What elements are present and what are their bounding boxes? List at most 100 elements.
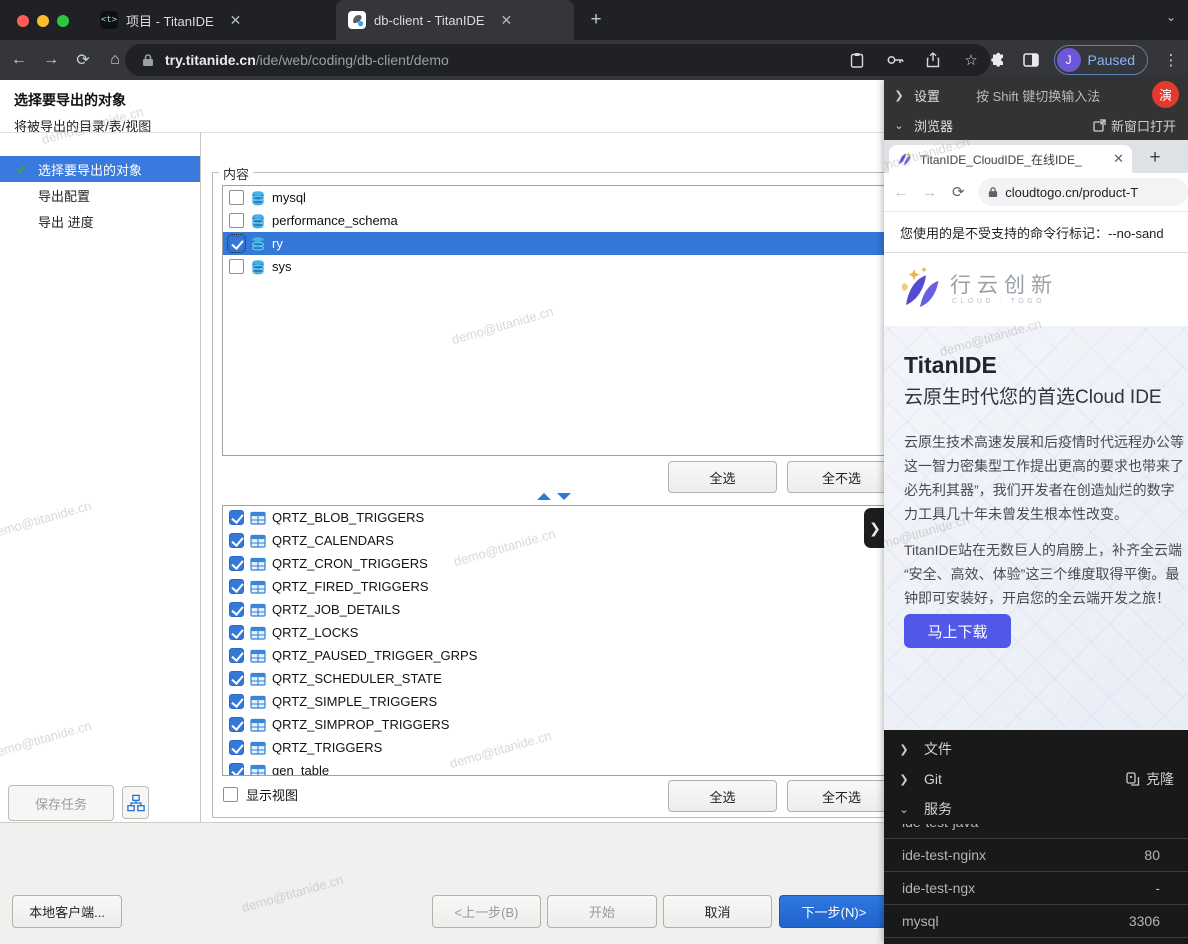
cancel-button[interactable]: 取消 — [663, 895, 772, 928]
close-icon[interactable]: ✕ — [1113, 151, 1124, 167]
profile-paused-button[interactable]: J Paused — [1054, 45, 1148, 75]
list-item[interactable]: QRTZ_JOB_DETAILS — [223, 598, 949, 621]
item-checkbox[interactable] — [229, 259, 244, 274]
list-item[interactable]: QRTZ_CALENDARS — [223, 529, 949, 552]
item-checkbox[interactable] — [229, 740, 244, 755]
item-checkbox[interactable] — [229, 533, 244, 548]
share-icon[interactable] — [924, 51, 942, 69]
local-client-button[interactable]: 本地客户端... — [12, 895, 122, 928]
schedule-button[interactable] — [122, 786, 149, 819]
item-checkbox[interactable] — [229, 625, 244, 640]
database-list[interactable]: mysqlperformance_schemary sys — [222, 185, 950, 456]
list-item[interactable]: QRTZ_TRIGGERS — [223, 736, 949, 759]
show-views-checkbox[interactable] — [223, 787, 238, 802]
inner-address-bar[interactable]: cloudtogo.cn/product-T — [978, 178, 1188, 206]
wizard-step[interactable]: 导出 进度 — [0, 208, 200, 234]
list-item[interactable]: QRTZ_FIRED_TRIGGERS — [223, 575, 949, 598]
git-section-header[interactable]: ❯ Git 克隆 — [884, 764, 1188, 794]
side-panel-icon[interactable] — [1022, 51, 1040, 69]
item-checkbox[interactable] — [229, 717, 244, 732]
collapse-down-icon[interactable] — [557, 493, 571, 500]
select-none-tables-button[interactable]: 全不选 — [787, 780, 896, 812]
files-section-header[interactable]: ❯ 文件 — [884, 734, 1188, 764]
service-row[interactable]: mysql3306 — [884, 905, 1188, 938]
select-none-databases-button[interactable]: 全不选 — [787, 461, 896, 493]
open-new-window-button[interactable]: 新窗口打开 — [1093, 116, 1176, 135]
list-item[interactable]: QRTZ_BLOB_TRIGGERS — [223, 506, 949, 529]
list-item[interactable]: QRTZ_SCHEDULER_STATE — [223, 667, 949, 690]
table-icon — [250, 648, 266, 664]
item-checkbox[interactable] — [229, 510, 244, 525]
window-close-button[interactable] — [17, 15, 29, 27]
more-menu-icon[interactable]: ⋮ — [1162, 51, 1180, 69]
wizard-step[interactable]: 导出配置 — [0, 182, 200, 208]
select-all-databases-button[interactable]: 全选 — [668, 461, 777, 493]
reload-button[interactable]: ⟳ — [70, 47, 96, 73]
reload-icon[interactable]: ⟳ — [946, 183, 970, 201]
back-button[interactable]: ← — [6, 47, 32, 73]
item-checkbox[interactable] — [229, 579, 244, 594]
item-checkbox[interactable] — [229, 236, 244, 251]
start-button[interactable]: 开始 — [547, 895, 657, 928]
clipboard-icon[interactable] — [848, 51, 866, 69]
select-all-tables-button[interactable]: 全选 — [668, 780, 777, 812]
list-item[interactable]: ry — [223, 232, 949, 255]
services-section-header[interactable]: ⌄ 服务 — [884, 794, 1188, 824]
download-button[interactable]: 马上下载 — [904, 614, 1011, 648]
inner-new-tab-button[interactable]: + — [1142, 145, 1168, 171]
close-icon[interactable]: ✕ — [230, 12, 242, 29]
clone-button[interactable]: 克隆 — [1126, 769, 1174, 789]
service-row[interactable]: ide-test-ngx- — [884, 872, 1188, 905]
previous-step-button[interactable]: <上一步(B) — [432, 895, 541, 928]
close-icon[interactable]: ✕ — [501, 12, 513, 29]
forward-button[interactable]: → — [38, 47, 64, 73]
hero-text-line: TitanIDE站在无数巨人的肩膀上，补齐全云端 — [904, 538, 1188, 562]
chevron-down-icon[interactable]: ⌄ — [1166, 10, 1176, 24]
list-item[interactable]: QRTZ_LOCKS — [223, 621, 949, 644]
back-icon[interactable]: ← — [889, 184, 913, 201]
list-item[interactable]: gen_table — [223, 759, 949, 776]
item-checkbox[interactable] — [229, 556, 244, 571]
inner-browser-tab[interactable]: TitanIDE_CloudIDE_在线IDE_ ✕ — [889, 145, 1132, 173]
list-item[interactable]: QRTZ_SIMPROP_TRIGGERS — [223, 713, 949, 736]
table-list[interactable]: QRTZ_BLOB_TRIGGERSQRTZ_CALENDARSQRTZ_CRO… — [222, 505, 950, 776]
panel-expand-handle[interactable]: ❯ — [864, 508, 886, 548]
browser-section-header[interactable]: ⌄ 浏览器 新窗口打开 — [884, 110, 1188, 140]
show-views-row[interactable]: 显示视图 — [223, 785, 298, 804]
new-tab-button[interactable]: + — [584, 8, 608, 32]
key-icon[interactable] — [886, 51, 904, 69]
hero-paragraph-2: TitanIDE站在无数巨人的肩膀上，补齐全云端“安全、高效、体验”这三个维度取… — [904, 538, 1188, 610]
window-zoom-button[interactable] — [57, 15, 69, 27]
divider — [200, 132, 201, 822]
item-checkbox[interactable] — [229, 602, 244, 617]
bookmark-star-icon[interactable]: ☆ — [962, 51, 980, 69]
git-label: Git — [924, 771, 942, 787]
item-label: ry — [272, 236, 283, 251]
window-minimize-button[interactable] — [37, 15, 49, 27]
collapse-up-icon[interactable] — [537, 493, 551, 500]
list-item[interactable]: mysql — [223, 186, 949, 209]
tab-project[interactable]: <t> 项目 - TitanIDE ✕ — [88, 0, 334, 40]
item-checkbox[interactable] — [229, 671, 244, 686]
forward-icon[interactable]: → — [918, 184, 942, 201]
save-task-button[interactable]: 保存任务 — [8, 785, 114, 821]
item-checkbox[interactable] — [229, 694, 244, 709]
address-bar[interactable]: try.titanide.cn/ide/web/coding/db-client… — [125, 44, 990, 76]
item-checkbox[interactable] — [229, 190, 244, 205]
tab-db-client[interactable]: db-client - TitanIDE ✕ — [336, 0, 574, 40]
splitter[interactable] — [537, 493, 571, 500]
next-step-button[interactable]: 下一步(N)> — [779, 895, 889, 928]
item-checkbox[interactable] — [229, 213, 244, 228]
wizard-step[interactable]: ✔选择要导出的对象 — [0, 156, 200, 182]
list-item[interactable]: QRTZ_SIMPLE_TRIGGERS — [223, 690, 949, 713]
extensions-icon[interactable] — [990, 51, 1008, 69]
service-port: - — [1155, 880, 1160, 896]
list-item[interactable]: sys — [223, 255, 949, 278]
service-row[interactable]: ide-test-nginx80 — [884, 839, 1188, 872]
list-item[interactable]: QRTZ_PAUSED_TRIGGER_GRPS — [223, 644, 949, 667]
item-checkbox[interactable] — [229, 763, 244, 776]
settings-section-header[interactable]: ❯ 设置 按 Shift 键切换输入法 — [884, 80, 1188, 110]
list-item[interactable]: performance_schema — [223, 209, 949, 232]
list-item[interactable]: QRTZ_CRON_TRIGGERS — [223, 552, 949, 575]
item-checkbox[interactable] — [229, 648, 244, 663]
